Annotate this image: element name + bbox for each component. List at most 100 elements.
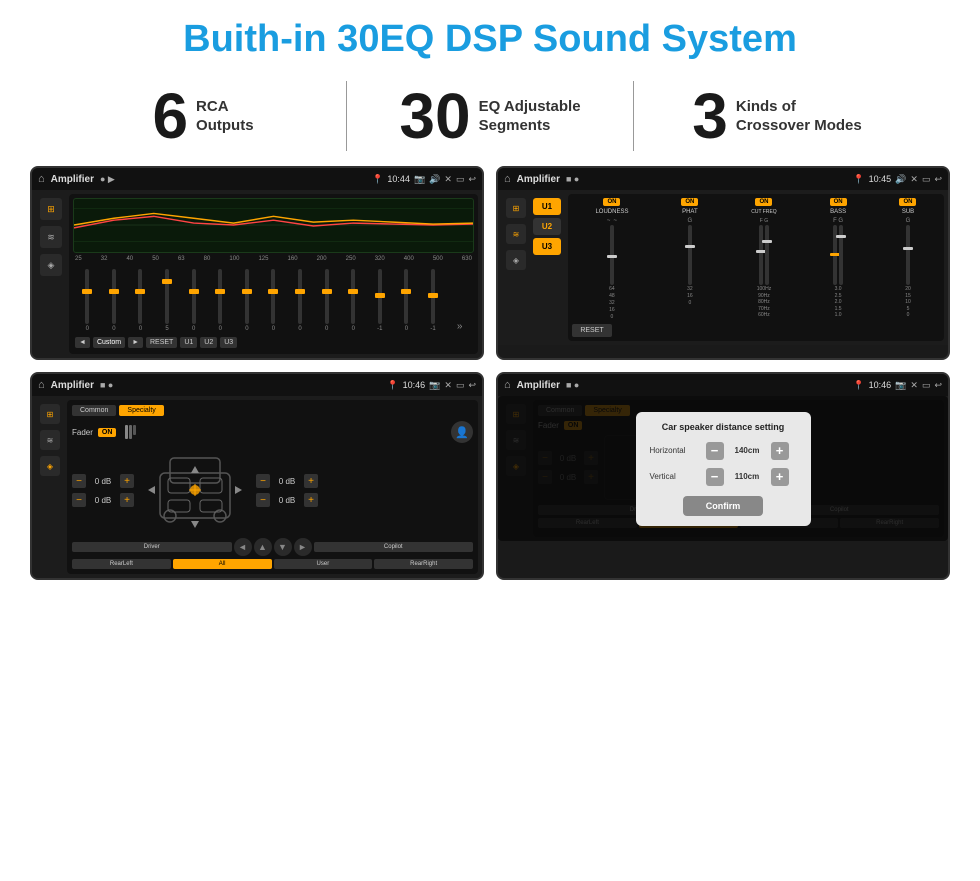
channel-controls: ON LOUDNESS ~~ 644832160 [568, 194, 944, 341]
u3-btn-1[interactable]: U3 [220, 337, 237, 348]
amp-filter-icon[interactable]: ⊞ [506, 198, 526, 218]
u-buttons-col: U1 U2 U3 [533, 194, 561, 341]
reset-btn-2[interactable]: RESET [572, 324, 612, 337]
rearleft-btn[interactable]: RearLeft [72, 559, 171, 569]
sp-val-br: 0 dB [273, 496, 301, 505]
prev-btn[interactable]: ◄ [75, 337, 90, 348]
sp-plus-bl[interactable]: + [120, 493, 134, 507]
u1-btn[interactable]: U1 [533, 198, 561, 215]
sp-row-tr: − 0 dB + [256, 474, 318, 488]
u2-btn[interactable]: U2 [533, 218, 561, 235]
slider-col-2: 0 [106, 269, 122, 332]
stat-crossover: 3 Kinds ofCrossover Modes [634, 84, 920, 148]
channels-grid: ON LOUDNESS ~~ 644832160 [572, 198, 940, 321]
eq-sliders: 0 0 0 5 0 [73, 264, 474, 334]
sp-val-bl: 0 dB [89, 496, 117, 505]
dialog-box: Car speaker distance setting Horizontal … [636, 412, 811, 526]
tab-specialty[interactable]: Specialty [119, 405, 163, 416]
app-name-3: Amplifier [51, 380, 94, 391]
right-arrow-btn[interactable]: ► [294, 538, 312, 556]
amp-sidebar-2: ⊞ ≋ ◈ [502, 194, 530, 341]
fader-content: Common Specialty Fader ON 👤 [67, 400, 478, 574]
home-icon-2[interactable]: ⌂ [504, 173, 511, 185]
fader-bottom: Driver ◄ ▲ ▼ ► Copilot [72, 538, 473, 556]
eq-main: ⊞ ≋ ◈ 2532405063 80100125160200 [32, 190, 482, 358]
fader-wave-icon[interactable]: ≋ [40, 430, 60, 450]
sp-plus-tl[interactable]: + [120, 474, 134, 488]
stat-label-crossover: Kinds ofCrossover Modes [736, 97, 862, 136]
eq-speaker-icon[interactable]: ◈ [40, 254, 62, 276]
ch-bass: ON BASS F G 3.02.52.01.51.0 [830, 198, 847, 321]
volume-icon-1: 🔊 [429, 174, 440, 185]
sub-toggle[interactable]: ON [899, 198, 916, 206]
user-btn[interactable]: User [274, 559, 373, 569]
driver-btn[interactable]: Driver [72, 542, 232, 552]
rearright-btn[interactable]: RearRight [374, 559, 473, 569]
more-icon[interactable]: » [452, 321, 468, 332]
dots-4: ■ ● [566, 380, 579, 390]
eq-filter-icon[interactable]: ⊞ [40, 198, 62, 220]
page-title: Buith-in 30EQ DSP Sound System [0, 0, 980, 71]
minimize-icon-1: ▭ [456, 174, 465, 185]
home-icon-3[interactable]: ⌂ [38, 379, 45, 391]
bass-toggle[interactable]: ON [830, 198, 847, 206]
down-arrow-btn[interactable]: ▼ [274, 538, 292, 556]
ch-cutfreq: ON CUT FREQ F G 100Hz90Hz80Hz70Hz60Hz [751, 198, 776, 321]
phat-toggle[interactable]: ON [681, 198, 698, 206]
slider-col-4: 5 [159, 269, 175, 332]
slider-col-11: 0 [345, 269, 361, 332]
fader-person-icon[interactable]: 👤 [451, 421, 473, 443]
fader-header: Fader ON 👤 [72, 421, 473, 443]
fader-main: ⊞ ≋ ◈ Common Specialty Fader ON [32, 396, 482, 578]
eq-sidebar: ⊞ ≋ ◈ [36, 194, 66, 354]
location-icon-3: 📍 [387, 380, 398, 391]
back-icon-4[interactable]: ↩ [934, 380, 942, 391]
vertical-minus[interactable]: − [706, 468, 724, 486]
back-icon-1[interactable]: ↩ [468, 174, 476, 185]
u3-btn[interactable]: U3 [533, 238, 561, 255]
amp-wave-icon[interactable]: ≋ [506, 224, 526, 244]
tab-common[interactable]: Common [72, 405, 116, 416]
app-name-2: Amplifier [517, 174, 560, 185]
stat-label-rca: RCAOutputs [196, 97, 254, 136]
fader-speaker-icon2[interactable]: ◈ [40, 456, 60, 476]
sp-minus-br[interactable]: − [256, 493, 270, 507]
sp-minus-tl[interactable]: − [72, 474, 86, 488]
amp-speaker-icon[interactable]: ◈ [506, 250, 526, 270]
sp-minus-bl[interactable]: − [72, 493, 86, 507]
close-icon-2: ✕ [910, 174, 918, 185]
left-arrow-btn[interactable]: ◄ [234, 538, 252, 556]
fader-sidebar: ⊞ ≋ ◈ [36, 400, 64, 574]
app-name-4: Amplifier [517, 380, 560, 391]
back-icon-3[interactable]: ↩ [468, 380, 476, 391]
loudness-toggle[interactable]: ON [603, 198, 620, 206]
sp-plus-br[interactable]: + [304, 493, 318, 507]
horizontal-plus[interactable]: + [771, 442, 789, 460]
home-icon-1[interactable]: ⌂ [38, 173, 45, 185]
sp-plus-tr[interactable]: + [304, 474, 318, 488]
home-icon-4[interactable]: ⌂ [504, 379, 511, 391]
all-btn[interactable]: All [173, 559, 272, 569]
time-3: 10:46 [403, 380, 426, 390]
back-icon-2[interactable]: ↩ [934, 174, 942, 185]
vertical-plus[interactable]: + [771, 468, 789, 486]
custom-btn[interactable]: Custom [93, 337, 125, 348]
close-icon-3: ▭ [456, 380, 465, 391]
loudness-label: LOUDNESS [595, 209, 628, 215]
fader-on-badge: ON [98, 428, 117, 437]
up-arrow-btn[interactable]: ▲ [254, 538, 272, 556]
play-btn[interactable]: ► [128, 337, 143, 348]
vertical-label: Vertical [650, 472, 700, 481]
confirm-button[interactable]: Confirm [683, 496, 763, 516]
fader-filter-icon[interactable]: ⊞ [40, 404, 60, 424]
u1-btn-1[interactable]: U1 [180, 337, 197, 348]
horizontal-minus[interactable]: − [706, 442, 724, 460]
location-icon-4: 📍 [853, 380, 864, 391]
sp-minus-tr[interactable]: − [256, 474, 270, 488]
car-speaker-layout: − 0 dB + − 0 dB + [72, 448, 473, 533]
eq-wave-icon[interactable]: ≋ [40, 226, 62, 248]
u2-btn-1[interactable]: U2 [200, 337, 217, 348]
reset-btn-1[interactable]: RESET [146, 337, 177, 348]
cutfreq-toggle[interactable]: ON [755, 198, 772, 206]
copilot-btn[interactable]: Copilot [314, 542, 474, 552]
